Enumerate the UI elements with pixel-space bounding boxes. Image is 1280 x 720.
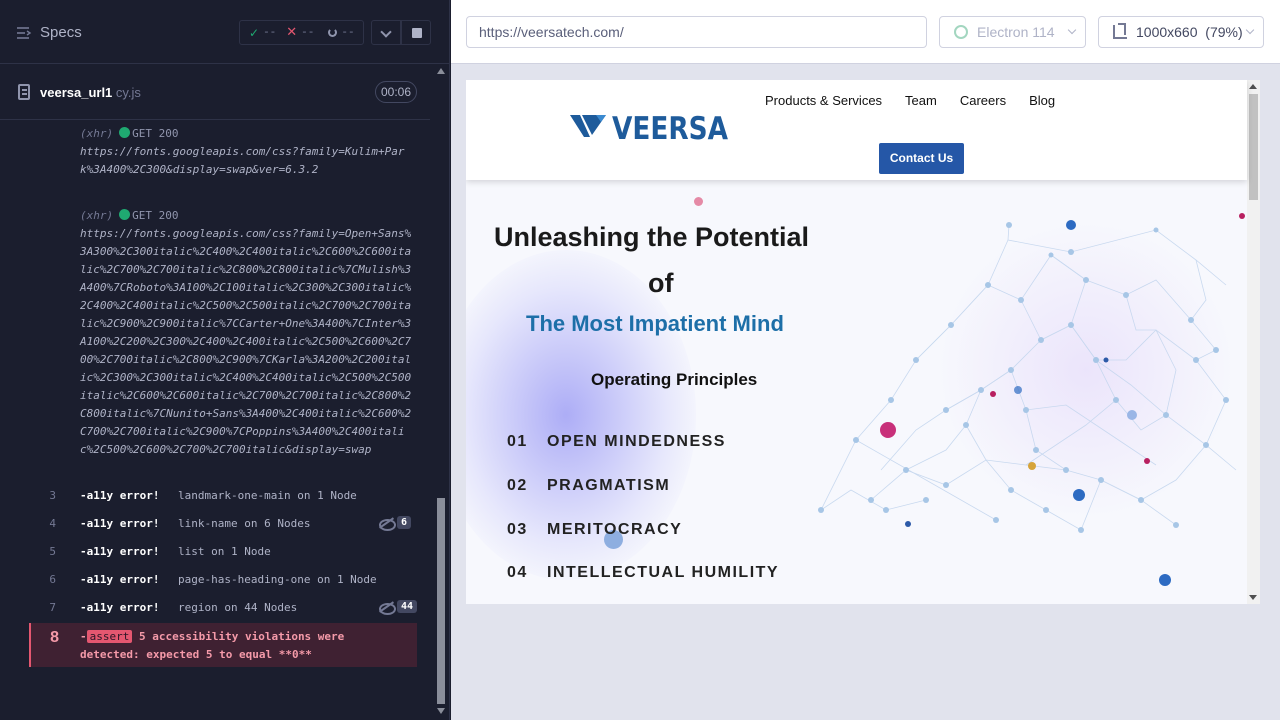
hidden-count-badge: 44 bbox=[378, 600, 418, 615]
hero-heading: Unleashing the Potential bbox=[494, 222, 810, 252]
veersa-logo[interactable]: VEERSA bbox=[570, 111, 728, 147]
xhr-log-entry[interactable]: (xhr) GET 200 https://fonts.googleapis.co… bbox=[80, 207, 416, 459]
specs-header: Specs ✓ -- ✕ -- -- bbox=[0, 0, 450, 64]
principles-heading: Operating Principles bbox=[591, 370, 758, 389]
eye-slash-icon bbox=[378, 601, 396, 615]
scroll-up-icon bbox=[437, 68, 445, 74]
document-icon bbox=[18, 84, 30, 100]
assertion-message: - assert 5 accessibility violations were … bbox=[80, 630, 345, 661]
pending-count: -- bbox=[341, 26, 355, 39]
veersa-logo-icon bbox=[570, 115, 606, 137]
stop-button[interactable] bbox=[401, 20, 431, 45]
command-row[interactable]: 4 -a11y error! link-name on 6 Nodes 6 bbox=[0, 516, 430, 545]
spec-file-header: veersa_url1 cy.js 00:06 bbox=[0, 66, 430, 120]
eye-slash-icon bbox=[378, 517, 396, 531]
specs-list-icon[interactable] bbox=[16, 25, 32, 41]
principle-item: 02 PRAGMATISM bbox=[507, 477, 671, 494]
hero-heading-of: of bbox=[648, 268, 674, 298]
scrollbar-thumb bbox=[1249, 94, 1258, 200]
failed-count: -- bbox=[301, 26, 315, 39]
run-stats: ✓ -- ✕ -- -- bbox=[239, 20, 364, 45]
aut-scrollbar[interactable] bbox=[1247, 80, 1260, 604]
nav-careers[interactable]: Careers bbox=[960, 93, 1006, 108]
nav-blog[interactable]: Blog bbox=[1029, 93, 1055, 108]
command-log-scrollbar[interactable] bbox=[434, 66, 448, 720]
check-icon: ✓ bbox=[249, 25, 260, 40]
scrollbar-thumb bbox=[437, 498, 445, 704]
principle-item: 03 MERITOCRACY bbox=[507, 521, 683, 538]
command-row[interactable]: 5 -a11y error! list on 1 Node bbox=[0, 545, 430, 573]
browser-selector[interactable]: Electron 114 bbox=[939, 16, 1086, 48]
command-row[interactable]: 6 -a11y error! page-has-heading-one on 1… bbox=[0, 573, 430, 601]
viewport-selector[interactable]: 1000x660 (79%) bbox=[1098, 16, 1264, 48]
pending-spinner-icon bbox=[328, 28, 338, 37]
aut-panel: https://veersatech.com/ Electron 114 100… bbox=[451, 0, 1280, 720]
url-bar[interactable]: https://veersatech.com/ bbox=[466, 16, 927, 48]
spec-file-name[interactable]: veersa_url1 cy.js bbox=[40, 85, 141, 100]
failed-stat: ✕ -- bbox=[286, 25, 314, 40]
site-header: VEERSA Products & Services Team Careers … bbox=[466, 80, 1247, 180]
viewport-icon bbox=[1113, 23, 1127, 39]
status-dot-icon bbox=[119, 127, 131, 138]
status-dot-icon bbox=[119, 209, 131, 220]
aut-iframe[interactable]: VEERSA Products & Services Team Careers … bbox=[466, 80, 1260, 604]
electron-icon bbox=[954, 25, 968, 39]
passed-stat: ✓ -- bbox=[249, 26, 276, 40]
command-log-panel: Specs ✓ -- ✕ -- -- veersa_url1 cy.js 00:… bbox=[0, 0, 450, 720]
failed-assertion-row[interactable]: 8 - assert 5 accessibility violations wer… bbox=[29, 623, 417, 667]
command-row[interactable]: 3 -a11y error! landmark-one-main on 1 No… bbox=[0, 489, 430, 517]
nav-products[interactable]: Products & Services bbox=[765, 93, 882, 108]
network-graphic bbox=[818, 213, 1245, 586]
pending-stat: -- bbox=[328, 26, 355, 39]
principle-item: 01 OPEN MINDEDNESS bbox=[507, 433, 726, 450]
site-nav: Products & Services Team Careers Blog bbox=[765, 93, 1055, 108]
cypress-runner: Specs ✓ -- ✕ -- -- veersa_url1 cy.js 00:… bbox=[0, 0, 1280, 720]
decor-dot bbox=[694, 197, 703, 206]
contact-us-button[interactable]: Contact Us bbox=[879, 143, 964, 174]
aut-header: https://veersatech.com/ Electron 114 100… bbox=[451, 0, 1280, 64]
scroll-down-icon bbox=[437, 708, 445, 714]
hero-tagline: The Most Impatient Mind bbox=[526, 311, 784, 336]
x-icon: ✕ bbox=[286, 25, 298, 40]
scroll-up-icon bbox=[1249, 84, 1257, 89]
principle-item: 04 INTELLECTUAL HUMILITY bbox=[507, 564, 780, 581]
hidden-count-badge: 6 bbox=[378, 516, 412, 531]
nav-team[interactable]: Team bbox=[905, 93, 937, 108]
hero-section: Unleashing the Potential of The Most Imp… bbox=[466, 180, 1247, 604]
chevron-down-icon bbox=[1245, 25, 1255, 35]
scroll-down-icon bbox=[1249, 595, 1257, 600]
passed-count: -- bbox=[263, 26, 277, 39]
chevron-down-icon bbox=[1067, 25, 1077, 35]
chevron-down-button[interactable] bbox=[371, 20, 401, 45]
xhr-log-entry[interactable]: (xhr) GET 200 https://fonts.googleapis.co… bbox=[80, 125, 416, 179]
command-list: (xhr) GET 200 https://fonts.googleapis.co… bbox=[0, 122, 430, 682]
specs-title[interactable]: Specs bbox=[40, 24, 82, 41]
spec-duration: 00:06 bbox=[375, 81, 417, 103]
